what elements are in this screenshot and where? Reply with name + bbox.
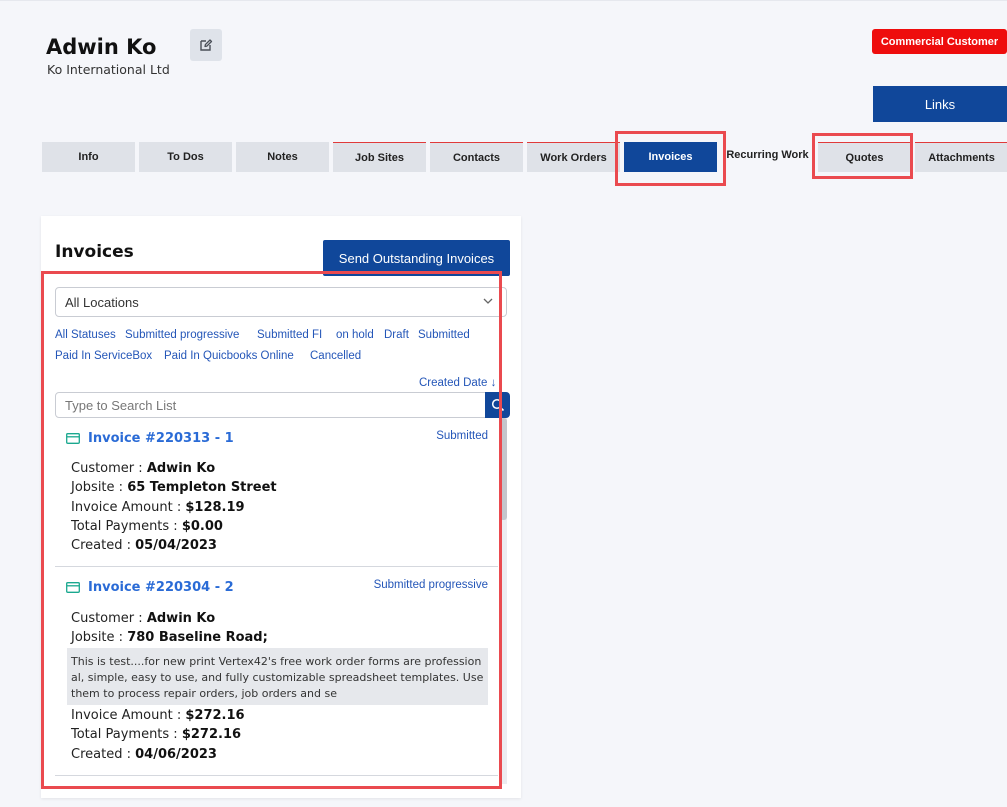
- jobsite-label: Jobsite :: [71, 630, 124, 645]
- invoice-payments-row: Total Payments : $272.16: [71, 727, 241, 742]
- send-outstanding-invoices-button[interactable]: Send Outstanding Invoices: [323, 240, 510, 276]
- search-input[interactable]: [55, 392, 486, 418]
- tab-work-orders[interactable]: Work Orders: [527, 142, 620, 172]
- status-filter-submitted[interactable]: Submitted: [418, 329, 470, 341]
- payments-label: Total Payments :: [71, 727, 178, 742]
- invoice-status: Submitted: [436, 430, 488, 442]
- tab-info[interactable]: Info: [42, 142, 135, 172]
- sort-created-date[interactable]: Created Date ↓: [419, 377, 496, 389]
- status-filter-submitted-fi[interactable]: Submitted FI: [257, 329, 322, 341]
- status-filter-cancelled[interactable]: Cancelled: [310, 350, 361, 362]
- tab-invoices[interactable]: Invoices: [624, 142, 717, 172]
- tab-quotes[interactable]: Quotes: [818, 142, 911, 172]
- status-filter-submitted-progressive[interactable]: Submitted progressive: [125, 329, 239, 341]
- payments-label: Total Payments :: [71, 519, 178, 534]
- sort-label: Created Date: [419, 377, 488, 389]
- invoice-amount-row: Invoice Amount : $272.16: [71, 708, 245, 723]
- edit-icon: [200, 39, 213, 51]
- status-filter-paid-servicebox[interactable]: Paid In ServiceBox: [55, 350, 152, 362]
- customer-value: Adwin Ko: [146, 611, 216, 626]
- links-button[interactable]: Links: [873, 86, 1007, 122]
- invoice-customer-row: Customer : Adwin Ko: [71, 461, 215, 476]
- created-value: 05/04/2023: [135, 538, 217, 553]
- invoice-amount-row: Invoice Amount : $128.19: [71, 500, 245, 515]
- credit-card-icon: [66, 582, 80, 593]
- customer-company: Ko International Ltd: [47, 62, 170, 77]
- created-label: Created :: [71, 747, 131, 762]
- list-scrollbar-thumb[interactable]: [500, 418, 507, 520]
- amount-value: $128.19: [185, 500, 245, 515]
- customer-type-badge: Commercial Customer: [872, 29, 1007, 54]
- top-divider: [0, 0, 1007, 1]
- tab-to-dos[interactable]: To Dos: [139, 142, 232, 172]
- jobsite-value: 780 Baseline Road;: [127, 630, 268, 645]
- status-filter-paid-quickbooks[interactable]: Paid In Quicbooks Online: [164, 350, 294, 362]
- jobsite-label: Jobsite :: [71, 480, 124, 495]
- invoice-status: Submitted progressive: [373, 579, 488, 591]
- search-button[interactable]: [485, 392, 510, 418]
- payments-value: $272.16: [181, 727, 242, 742]
- edit-customer-button[interactable]: [190, 29, 222, 61]
- status-filter-all[interactable]: All Statuses: [55, 329, 116, 341]
- chevron-down-icon: [483, 298, 493, 304]
- amount-value: $272.16: [185, 708, 245, 723]
- created-value: 04/06/2023: [135, 747, 217, 762]
- invoice-created-row: Created : 05/04/2023: [71, 538, 217, 553]
- tab-job-sites[interactable]: Job Sites: [333, 142, 426, 172]
- invoice-jobsite-row: Jobsite : 780 Baseline Road;: [71, 630, 268, 645]
- status-filter-draft[interactable]: Draft: [384, 329, 409, 341]
- tab-recurring-work[interactable]: Recurring Work: [721, 141, 814, 169]
- location-select[interactable]: All Locations: [55, 287, 507, 317]
- credit-card-icon: [66, 433, 80, 444]
- jobsite-value: 65 Templeton Street: [127, 480, 277, 495]
- list-divider: [55, 566, 498, 567]
- created-label: Created :: [71, 538, 131, 553]
- amount-label: Invoice Amount :: [71, 500, 182, 515]
- invoice-title-link[interactable]: Invoice #220313 - 1: [88, 431, 234, 446]
- invoice-jobsite-row: Jobsite : 65 Templeton Street: [71, 480, 277, 495]
- invoice-payments-row: Total Payments : $0.00: [71, 519, 223, 534]
- customer-label: Customer :: [71, 611, 143, 626]
- status-filter-on-hold[interactable]: on hold: [336, 329, 374, 341]
- tab-notes[interactable]: Notes: [236, 142, 329, 172]
- invoice-created-row: Created : 04/06/2023: [71, 747, 217, 762]
- list-divider: [55, 775, 498, 776]
- invoice-customer-row: Customer : Adwin Ko: [71, 611, 215, 626]
- tab-contacts[interactable]: Contacts: [430, 142, 523, 172]
- invoice-title-link[interactable]: Invoice #220304 - 2: [88, 580, 234, 595]
- location-select-value: All Locations: [65, 294, 139, 310]
- sort-direction-icon: ↓: [490, 377, 497, 389]
- invoices-panel-title: Invoices: [55, 242, 134, 262]
- payments-value: $0.00: [181, 519, 223, 534]
- customer-name: Adwin Ko: [46, 35, 157, 59]
- amount-label: Invoice Amount :: [71, 708, 182, 723]
- customer-label: Customer :: [71, 461, 143, 476]
- invoice-description: This is test....for new print Vertex42's…: [67, 648, 488, 705]
- customer-value: Adwin Ko: [146, 461, 216, 476]
- tab-attachments[interactable]: Attachments: [915, 142, 1007, 172]
- search-icon: [491, 398, 504, 412]
